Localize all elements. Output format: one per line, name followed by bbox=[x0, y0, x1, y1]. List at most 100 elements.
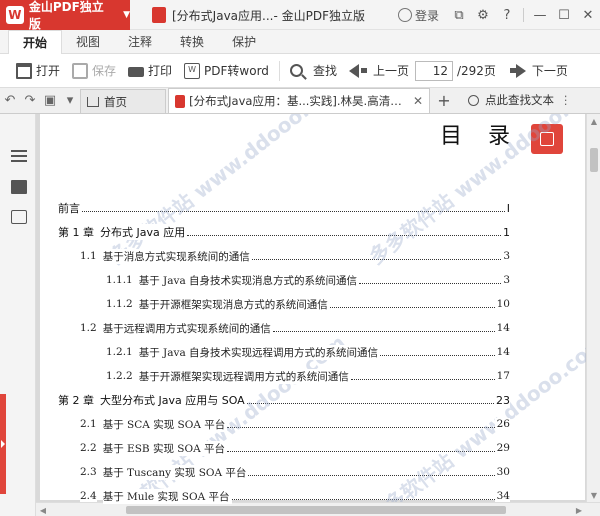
question-icon[interactable]: ? bbox=[495, 8, 519, 23]
toc-entry[interactable]: 2.2 基于 ESB 实现 SOA 平台 29 bbox=[58, 436, 510, 460]
comment-icon[interactable] bbox=[11, 180, 27, 194]
find-label: 查找 bbox=[312, 64, 337, 78]
toc-entry-title: 分布式 Java 应用 bbox=[100, 224, 188, 240]
tab-protect[interactable]: 保护 bbox=[218, 30, 270, 54]
new-tab-icon[interactable]: + bbox=[432, 87, 456, 113]
toc-heading: 目录 bbox=[440, 124, 537, 149]
outline-icon[interactable] bbox=[11, 150, 27, 164]
toc-entry-title: 前言 bbox=[58, 200, 82, 216]
scroll-right-icon[interactable]: ▶ bbox=[572, 503, 586, 516]
toc-leader-dots bbox=[251, 258, 502, 260]
tab-annotate[interactable]: 注释 bbox=[114, 30, 166, 54]
page-number-input[interactable] bbox=[414, 60, 453, 81]
copy-icon[interactable]: ⧉ bbox=[447, 8, 471, 23]
find-text-placeholder: 点此查找文本 bbox=[485, 93, 554, 107]
toc-entry-number: 1.1 bbox=[80, 250, 97, 262]
tab-start[interactable]: 开始 bbox=[8, 30, 63, 55]
toc-entry-number: 第 1 章 bbox=[58, 224, 94, 240]
more-icon[interactable]: ⋮ bbox=[560, 93, 572, 107]
pdf-to-word-icon[interactable] bbox=[11, 210, 27, 224]
toc-entry[interactable]: 1.1 基于消息方式实现系统间的通信 3 bbox=[58, 244, 510, 268]
pdf-to-word-label: PDF转word bbox=[204, 64, 269, 78]
close-tab-icon[interactable]: ✕ bbox=[413, 94, 423, 108]
toc-entry-title: 基于 Tuscany 实现 SOA 平台 bbox=[102, 464, 249, 480]
toc-entry[interactable]: 1.2 基于远程调用方式实现系统间的通信 14 bbox=[58, 316, 510, 340]
tab-document[interactable]: [分布式Java应用：基...实践].林昊.高清文字版 ✕ bbox=[168, 88, 430, 113]
title-bar: W 金山PDF独立版 ▼ [分布式Java应用...- 金山PDF独立版 登录 … bbox=[0, 0, 600, 31]
toc-leader-dots bbox=[380, 354, 495, 356]
pdf-to-word-icon bbox=[540, 132, 554, 146]
scroll-down-icon[interactable]: ▼ bbox=[587, 488, 600, 502]
app-logo-icon: W bbox=[6, 6, 24, 24]
toc-entry-number: 1.1.2 bbox=[106, 298, 133, 310]
scroll-left-icon[interactable]: ◀ bbox=[36, 503, 50, 516]
toc-entry[interactable]: 前言 I bbox=[58, 196, 510, 220]
window-controls: 登录 ⧉ ⚙ ? — ☐ ✕ bbox=[397, 0, 600, 30]
toc-entry[interactable]: 1.2.1 基于 Java 自身技术实现远程调用方式的系统间通信 14 bbox=[58, 340, 510, 364]
pdf-file-icon bbox=[152, 7, 166, 23]
divider bbox=[278, 60, 280, 81]
pdf-file-icon bbox=[175, 94, 186, 108]
toc-entry-title: 基于 Java 自身技术实现远程调用方式的系统间通信 bbox=[138, 344, 381, 360]
toc-leader-dots bbox=[82, 210, 505, 212]
toc-entry[interactable]: 第 2 章大型分布式 Java 应用与 SOA 23 bbox=[58, 388, 510, 412]
find-button[interactable]: 查找 bbox=[284, 54, 343, 88]
toc-entry[interactable]: 2.3 基于 Tuscany 实现 SOA 平台 30 bbox=[58, 460, 510, 484]
vertical-scrollbar[interactable]: ▲ ▼ bbox=[586, 114, 600, 502]
toc-entry-number: 1.2.2 bbox=[106, 370, 133, 382]
toc-leader-dots bbox=[187, 234, 501, 236]
save-icon[interactable]: ▣ bbox=[40, 87, 60, 113]
toc-entry-title: 基于消息方式实现系统间的通信 bbox=[102, 248, 252, 264]
print-label: 打印 bbox=[148, 64, 173, 78]
save-button[interactable]: 保存 bbox=[66, 54, 122, 88]
tab-home[interactable]: 首页 bbox=[80, 89, 166, 113]
login-button[interactable]: 登录 bbox=[397, 7, 439, 24]
login-label: 登录 bbox=[414, 8, 439, 23]
chevron-down-icon[interactable]: ▾ bbox=[60, 87, 80, 113]
toolbar: 打开 保存 打印 W PDF转word 查找 上一页 /292页 下一页 bbox=[0, 54, 600, 88]
close-icon[interactable]: ✕ bbox=[576, 8, 600, 23]
toc-entry-number: 1.2 bbox=[80, 322, 97, 334]
toc-leader-dots bbox=[246, 402, 494, 404]
toc-entry-page: I bbox=[504, 201, 510, 215]
toc-entry-number: 1.2.1 bbox=[106, 346, 133, 358]
toc-entry[interactable]: 1.1.2 基于开源框架实现消息方式的系统间通信 10 bbox=[58, 292, 510, 316]
scroll-thumb[interactable] bbox=[590, 148, 598, 172]
toc-entry[interactable]: 1.1.1 基于 Java 自身技术实现消息方式的系统间通信 3 bbox=[58, 268, 510, 292]
toc-entry-page: 17 bbox=[494, 370, 510, 382]
pdf-to-word-button[interactable]: W PDF转word bbox=[178, 54, 275, 88]
print-button[interactable]: 打印 bbox=[122, 54, 178, 88]
sidebar-expand-handle[interactable] bbox=[0, 394, 6, 494]
open-button[interactable]: 打开 bbox=[10, 54, 66, 88]
toc-entry-title: 基于 ESB 实现 SOA 平台 bbox=[102, 440, 228, 456]
undo-icon[interactable]: ↶ bbox=[0, 87, 20, 113]
toc-entry[interactable]: 第 1 章分布式 Java 应用 1 bbox=[58, 220, 510, 244]
tab-convert[interactable]: 转换 bbox=[166, 30, 218, 54]
toc-entry-title: 基于 Java 自身技术实现消息方式的系统间通信 bbox=[138, 272, 360, 288]
next-page-button[interactable]: 下一页 bbox=[504, 54, 574, 88]
gear-icon[interactable]: ⚙ bbox=[471, 8, 495, 23]
app-menu-button[interactable]: W 金山PDF独立版 ▼ bbox=[0, 0, 130, 31]
prev-page-button[interactable]: 上一页 bbox=[343, 54, 415, 88]
redo-icon[interactable]: ↷ bbox=[20, 87, 40, 113]
toc-entry[interactable]: 1.2.2 基于开源框架实现远程调用方式的系统间通信 17 bbox=[58, 364, 510, 388]
app-name: 金山PDF独立版 bbox=[28, 0, 104, 31]
find-text-field[interactable]: 点此查找文本 ⋮ bbox=[468, 87, 572, 113]
toc-entry-page: 34 bbox=[494, 490, 510, 502]
maximize-icon[interactable]: ☐ bbox=[552, 8, 576, 23]
tab-view[interactable]: 视图 bbox=[62, 30, 114, 54]
page-total: /292页 bbox=[456, 64, 496, 78]
next-page-label: 下一页 bbox=[531, 64, 568, 78]
search-icon bbox=[468, 94, 479, 106]
horizontal-scrollbar[interactable]: ◀ ▶ bbox=[36, 502, 600, 516]
convert-float-button[interactable] bbox=[531, 124, 563, 154]
minimize-icon[interactable]: — bbox=[528, 8, 552, 23]
tab-home-label: 首页 bbox=[104, 94, 127, 109]
scroll-thumb[interactable] bbox=[126, 506, 506, 514]
toc-entry[interactable]: 2.1 基于 SCA 实现 SOA 平台 26 bbox=[58, 412, 510, 436]
toc-entry-number: 2.4 bbox=[80, 490, 97, 502]
toc-leader-dots bbox=[329, 306, 495, 308]
scroll-up-icon[interactable]: ▲ bbox=[587, 114, 600, 128]
toc-entry-number: 第 2 章 bbox=[58, 392, 94, 408]
prev-page-label: 上一页 bbox=[372, 64, 409, 78]
